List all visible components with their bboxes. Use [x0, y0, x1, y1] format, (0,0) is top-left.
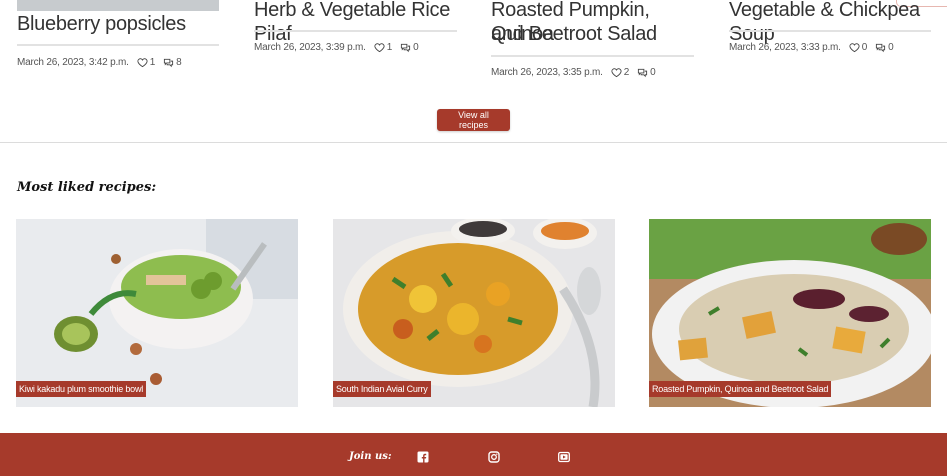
likes-count: 1 — [386, 42, 393, 53]
comments-counter[interactable]: 8 — [163, 57, 182, 68]
recipe-photo[interactable] — [333, 219, 615, 407]
recent-recipe-card[interactable]: Vegetable & Chickpea Soup March 26, 2023… — [729, 0, 931, 60]
heart-icon — [849, 43, 860, 53]
comments-icon — [401, 43, 411, 53]
recipe-date: March 26, 2023, 3:42 p.m. — [17, 57, 129, 68]
likes-count: 1 — [149, 57, 156, 68]
comments-icon — [638, 68, 648, 78]
recipe-meta: March 26, 2023, 3:42 p.m. 1 8 — [17, 57, 182, 68]
comments-counter[interactable]: 0 — [875, 42, 894, 53]
card-divider — [491, 55, 694, 57]
heart-icon — [374, 43, 385, 53]
site-footer — [0, 433, 947, 476]
card-divider — [254, 30, 457, 32]
join-us-label: Join us: — [349, 451, 392, 462]
recipe-photo[interactable] — [16, 219, 298, 407]
recipe-meta: March 26, 2023, 3:35 p.m. 2 0 — [491, 67, 656, 78]
view-all-recipes-button[interactable]: View all recipes — [437, 109, 510, 131]
recipe-date: March 26, 2023, 3:33 p.m. — [729, 42, 841, 53]
comments-count: 0 — [888, 42, 894, 53]
heart-icon — [137, 58, 148, 68]
comments-count: 8 — [176, 57, 182, 68]
liked-recipe-card[interactable]: Roasted Pumpkin, Quinoa and Beetroot Sal… — [649, 219, 931, 407]
likes-counter[interactable]: 0 — [849, 42, 867, 53]
recipe-date: March 26, 2023, 3:35 p.m. — [491, 67, 603, 78]
comments-counter[interactable]: 0 — [400, 42, 419, 53]
facebook-icon[interactable] — [417, 451, 429, 463]
comments-icon — [876, 43, 886, 53]
comments-count: 0 — [650, 67, 656, 78]
likes-counter[interactable]: 2 — [611, 67, 629, 78]
likes-counter[interactable]: 1 — [374, 42, 392, 53]
recent-recipes-row: Blueberry popsicles March 26, 2023, 3:42… — [0, 0, 947, 142]
recipe-title-line2[interactable]: and Beetroot Salad — [491, 22, 657, 46]
card-divider — [729, 30, 931, 32]
recipe-thumbnail[interactable] — [17, 0, 219, 11]
comments-counter[interactable]: 0 — [637, 67, 656, 78]
recent-recipe-card[interactable]: Blueberry popsicles March 26, 2023, 3:42… — [17, 0, 219, 80]
recipe-meta: March 26, 2023, 3:39 p.m. 1 0 — [254, 42, 419, 53]
most-liked-heading: Most liked recipes: — [17, 180, 157, 195]
liked-recipe-label[interactable]: Roasted Pumpkin, Quinoa and Beetroot Sal… — [649, 381, 832, 397]
recent-recipe-card[interactable]: Herb & Vegetable Rice Pilaf March 26, 20… — [254, 0, 457, 60]
likes-count: 2 — [623, 67, 630, 78]
recipe-meta: March 26, 2023, 3:33 p.m. 0 0 — [729, 42, 894, 53]
youtube-icon[interactable] — [558, 451, 570, 463]
likes-count: 0 — [861, 42, 868, 53]
recent-recipe-card[interactable]: Roasted Pumpkin, Quinoa and Beetroot Sal… — [491, 0, 694, 85]
liked-recipe-card[interactable]: Kiwi kakadu plum smoothie bowl — [16, 219, 298, 407]
recipe-title[interactable]: Herb & Vegetable Rice Pilaf — [254, 0, 457, 46]
likes-counter[interactable]: 1 — [137, 57, 155, 68]
card-divider — [17, 44, 219, 46]
recipe-photo[interactable] — [649, 219, 931, 407]
instagram-icon[interactable] — [488, 451, 500, 463]
recipe-title[interactable]: Blueberry popsicles — [17, 12, 186, 36]
recipe-date: March 26, 2023, 3:39 p.m. — [254, 42, 366, 53]
comments-count: 0 — [413, 42, 419, 53]
liked-recipe-card[interactable]: South Indian Avial Curry — [333, 219, 615, 407]
liked-recipe-label[interactable]: South Indian Avial Curry — [333, 381, 431, 397]
recipe-title[interactable]: Vegetable & Chickpea Soup — [729, 0, 931, 46]
comments-icon — [164, 58, 174, 68]
heart-icon — [611, 68, 622, 78]
section-divider — [0, 142, 947, 143]
liked-recipe-label[interactable]: Kiwi kakadu plum smoothie bowl — [16, 381, 147, 397]
